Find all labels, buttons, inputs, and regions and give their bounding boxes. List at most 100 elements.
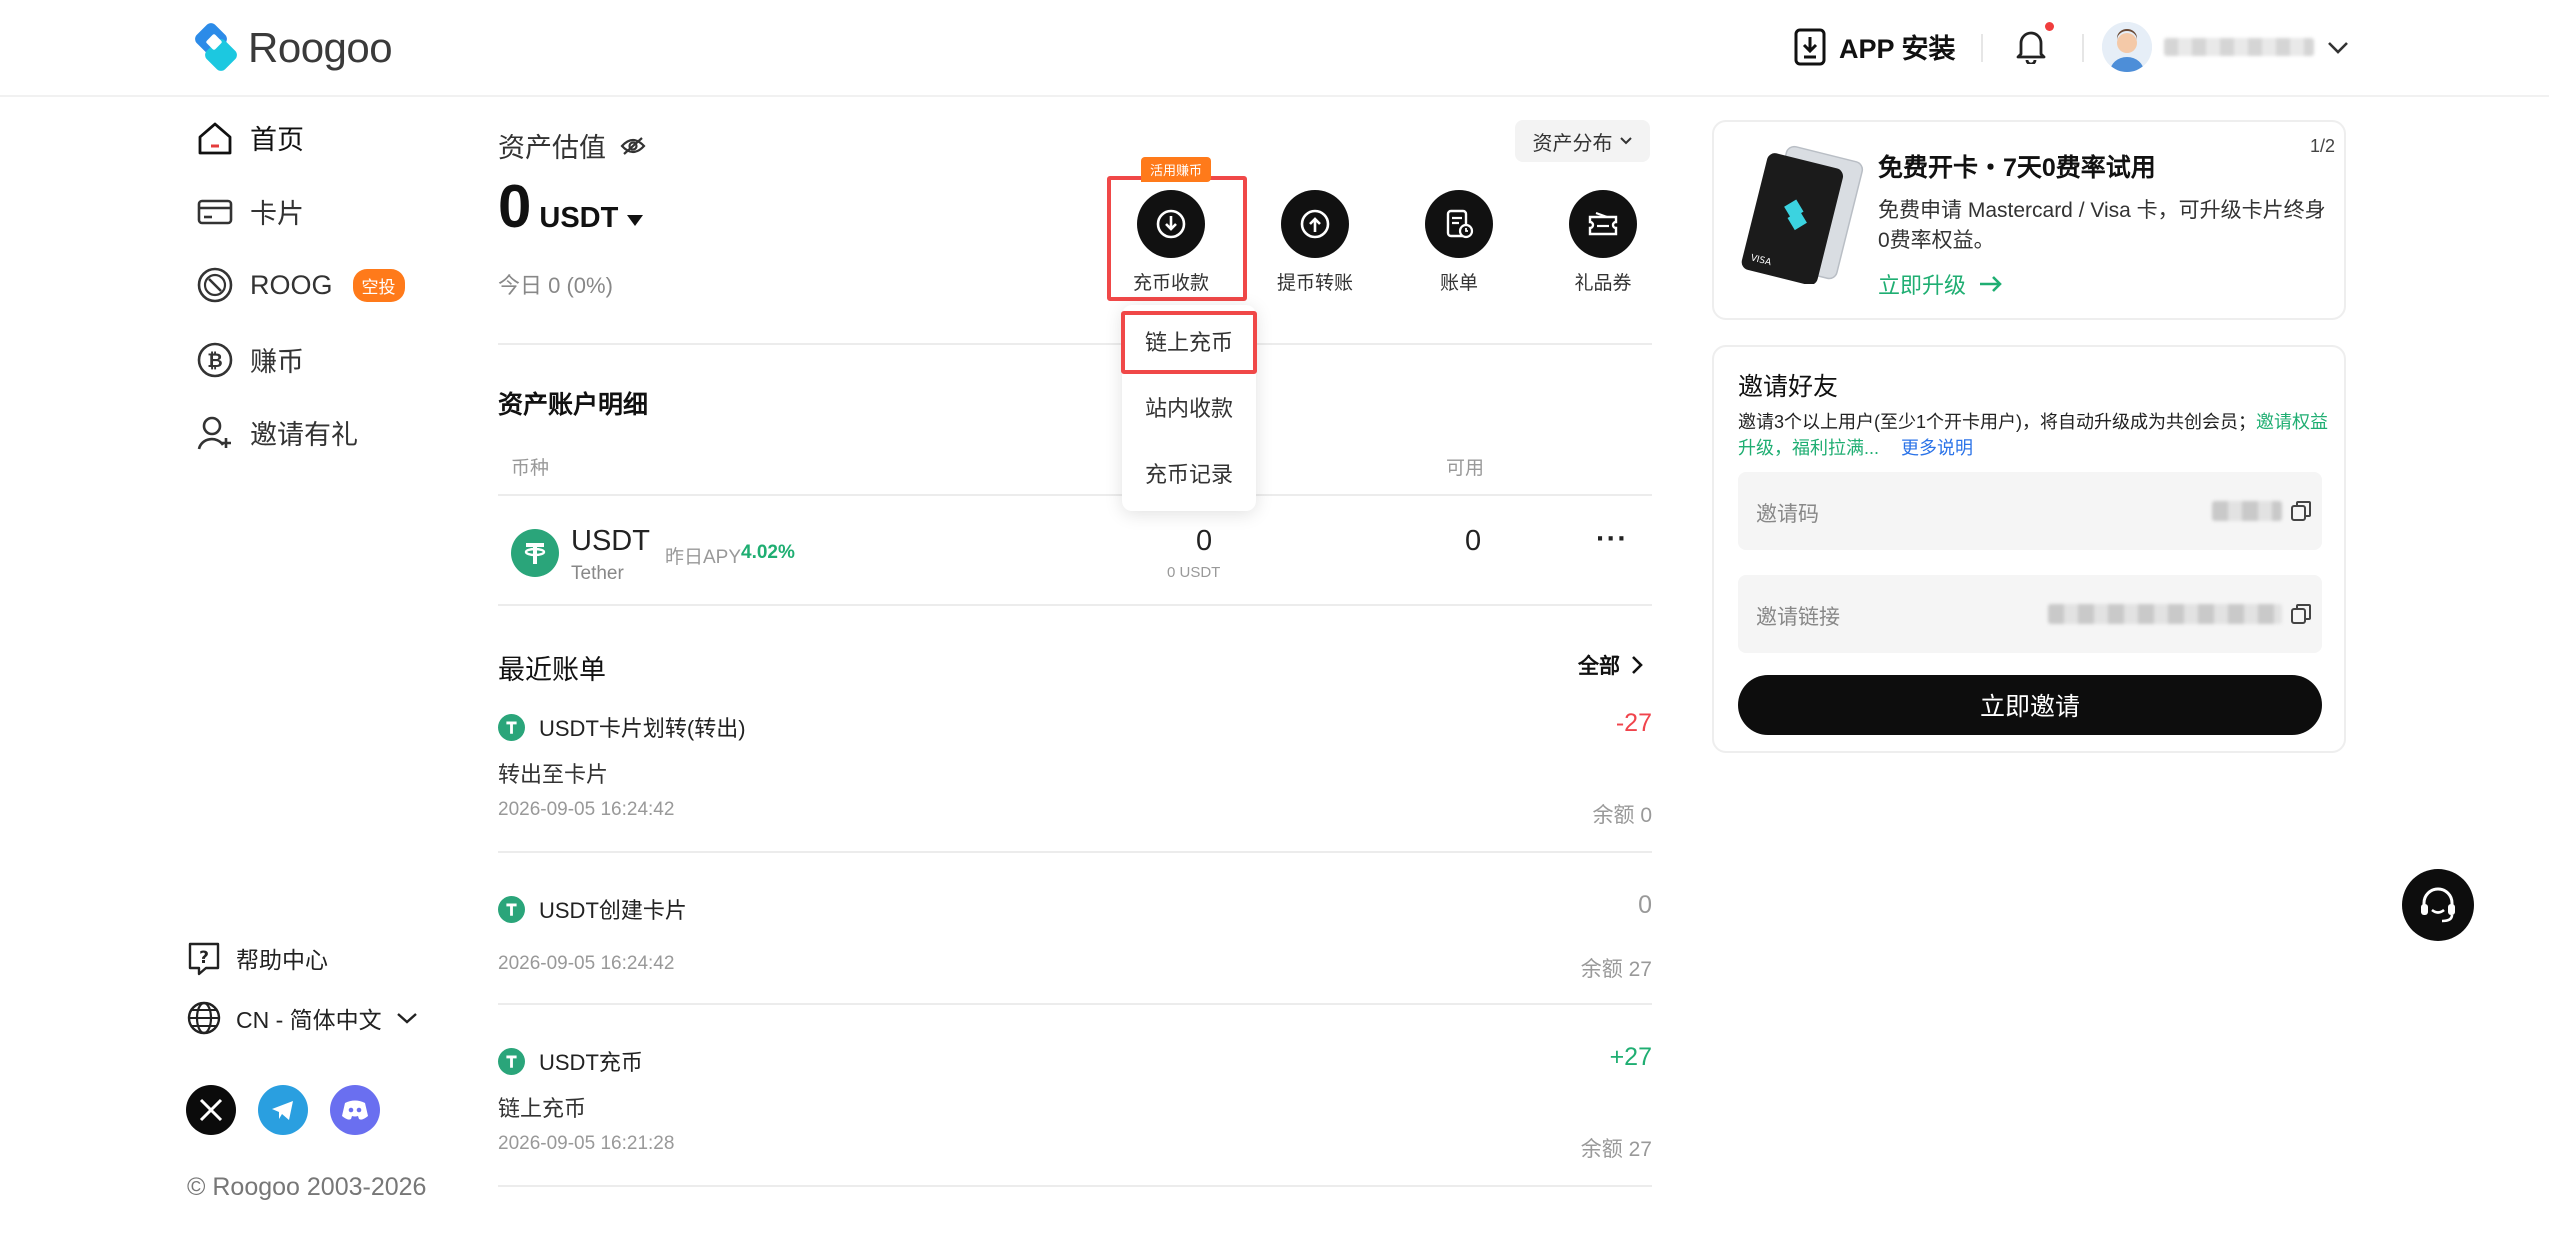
header-divider bbox=[1981, 34, 1983, 62]
language-selector[interactable]: CN - 简体中文 bbox=[186, 1000, 418, 1036]
header-divider bbox=[2082, 34, 2084, 62]
chevron-right-icon bbox=[1632, 656, 1643, 674]
divider bbox=[498, 494, 1652, 496]
phone-download-icon bbox=[1794, 28, 1826, 65]
voucher-circle bbox=[1569, 190, 1637, 258]
bill-title-text: USDT卡片划转(转出) bbox=[539, 716, 746, 741]
sidebar-item-label: 邀请有礼 bbox=[250, 420, 358, 450]
promo-pager: 1/2 bbox=[2310, 136, 2336, 156]
invite-now-button[interactable]: 立即邀请 bbox=[1738, 675, 2322, 735]
promo-tag: 活用赚币 bbox=[1141, 157, 1212, 182]
invite-link-field: 邀请链接 bbox=[1738, 575, 2322, 653]
asset-unit[interactable]: USDT bbox=[539, 202, 618, 235]
voucher-button[interactable]: 礼品券 bbox=[1543, 190, 1663, 295]
user-menu[interactable] bbox=[2102, 22, 2350, 72]
eye-hidden-icon[interactable] bbox=[620, 136, 646, 156]
app-install-button[interactable]: APP 安装 bbox=[1793, 27, 1956, 66]
bill-subtitle: 转出至卡片 bbox=[498, 762, 609, 787]
voucher-label: 礼品券 bbox=[1574, 273, 1632, 294]
copy-icon[interactable] bbox=[2290, 603, 2312, 625]
asset-distribution-button[interactable]: 资产分布 bbox=[1515, 120, 1650, 162]
svg-text:?: ? bbox=[199, 948, 209, 968]
highlight-box bbox=[1121, 311, 1257, 374]
invite-title: 邀请好友 bbox=[1738, 373, 1839, 401]
bill-icon bbox=[1446, 209, 1474, 239]
divider bbox=[498, 851, 1652, 853]
bill-balance: 余额 27 bbox=[1580, 1138, 1652, 1161]
promo-title: 免费开卡・7天0费率试用 bbox=[1878, 154, 2156, 182]
account-detail-title: 资产账户明细 bbox=[498, 391, 649, 419]
column-header-currency: 币种 bbox=[511, 458, 550, 479]
total-balance: 0 bbox=[1196, 525, 1213, 557]
invite-code-value-blurred bbox=[2212, 501, 2282, 521]
bill-time: 2026-09-05 16:24:42 bbox=[498, 799, 675, 820]
tether-icon bbox=[524, 543, 546, 564]
logo-text: Roogoo bbox=[248, 24, 393, 71]
copyright-text: © Roogoo 2003-2026 bbox=[187, 1173, 427, 1201]
telegram-icon[interactable] bbox=[258, 1085, 308, 1135]
sidebar-item-cards[interactable]: 卡片 bbox=[196, 192, 304, 231]
promo-card-panel[interactable]: VISA 免费开卡・7天0费率试用 1/2 免费申请 Mastercard / … bbox=[1712, 120, 2346, 320]
copy-icon[interactable] bbox=[2290, 500, 2312, 522]
bill-item-title[interactable]: USDT创建卡片 bbox=[498, 893, 687, 925]
svg-text:₿: ₿ bbox=[207, 350, 222, 372]
headset-icon bbox=[2421, 887, 2455, 923]
withdraw-label: 提币转账 bbox=[1276, 273, 1353, 294]
divider bbox=[498, 604, 1652, 606]
view-all-link[interactable]: 全部 bbox=[1578, 650, 1644, 680]
bill-amount: 0 bbox=[1638, 891, 1652, 919]
sidebar-item-invite[interactable]: 邀请有礼 bbox=[196, 413, 358, 452]
caret-down-icon[interactable] bbox=[626, 213, 644, 227]
upgrade-now-label: 立即升级 bbox=[1878, 273, 1967, 298]
more-info-link[interactable]: 更多说明 bbox=[1901, 438, 1973, 458]
bill-subtitle: 链上充币 bbox=[498, 1096, 587, 1121]
notification-bell[interactable] bbox=[2014, 22, 2054, 64]
tether-icon bbox=[498, 1047, 525, 1075]
more-options-button[interactable]: ··· bbox=[1596, 523, 1628, 556]
sidebar-item-label: 赚币 bbox=[250, 347, 304, 377]
app-install-label: APP 安装 bbox=[1839, 34, 1956, 64]
bill-circle bbox=[1425, 190, 1493, 258]
menu-item-internal-receive[interactable]: 站内收款 bbox=[1122, 391, 1256, 423]
airdrop-badge: 空投 bbox=[352, 268, 405, 302]
help-center-link[interactable]: ? 帮助中心 bbox=[186, 940, 328, 976]
withdraw-circle bbox=[1281, 190, 1349, 258]
discord-icon[interactable] bbox=[330, 1085, 380, 1135]
sidebar-item-earn[interactable]: ₿ 赚币 bbox=[196, 340, 304, 379]
bank-card-illustration: VISA bbox=[1741, 145, 1864, 284]
tether-glyph bbox=[506, 903, 517, 916]
help-center-label: 帮助中心 bbox=[236, 947, 328, 973]
divider bbox=[498, 343, 1652, 345]
bill-button[interactable]: 账单 bbox=[1399, 190, 1519, 295]
menu-item-deposit-history[interactable]: 充币记录 bbox=[1122, 457, 1256, 489]
total-balance-sub: 0 USDT bbox=[1167, 564, 1221, 581]
bill-item-title[interactable]: USDT卡片划转(转出) bbox=[498, 711, 746, 743]
discord-logo bbox=[342, 1100, 368, 1120]
bill-time: 2026-09-05 16:21:28 bbox=[498, 1133, 675, 1154]
apy-value: 4.02% bbox=[741, 542, 795, 563]
language-label: CN - 简体中文 bbox=[236, 1007, 382, 1033]
upgrade-now-link[interactable]: 立即升级 bbox=[1878, 268, 2004, 300]
invite-friends-panel: 邀请好友 邀请3个以上用户(至少1个开卡用户)，将自动升级成为共创会员；邀请权益… bbox=[1712, 345, 2346, 753]
deposit-button[interactable]: 充币收款 bbox=[1111, 190, 1231, 295]
withdraw-button[interactable]: 提币转账 bbox=[1255, 190, 1375, 295]
bill-label: 账单 bbox=[1439, 273, 1478, 294]
card-icon bbox=[197, 199, 233, 224]
logo[interactable]: Roogoo bbox=[190, 22, 393, 74]
promo-description: 免费申请 Mastercard / Visa 卡，可升级卡片终身0费率权益。 bbox=[1878, 199, 2326, 252]
sidebar-item-label: 卡片 bbox=[250, 199, 304, 229]
sidebar-item-label: 首页 bbox=[250, 125, 304, 155]
sidebar-item-home[interactable]: 首页 bbox=[196, 118, 304, 157]
telegram-logo bbox=[272, 1101, 293, 1120]
bill-balance: 余额 27 bbox=[1580, 958, 1652, 981]
invite-code-label: 邀请码 bbox=[1756, 503, 1819, 526]
card-image: VISA bbox=[1738, 144, 1864, 284]
add-user-icon bbox=[197, 416, 231, 449]
divider bbox=[498, 1003, 1652, 1005]
x-twitter-icon[interactable] bbox=[186, 1085, 236, 1135]
upload-icon bbox=[1300, 209, 1330, 239]
sidebar-item-roog[interactable]: ROOG 空投 bbox=[196, 266, 405, 304]
invite-link-value-blurred bbox=[2048, 604, 2282, 624]
bill-item-title[interactable]: USDT充币 bbox=[498, 1045, 643, 1077]
customer-support-button[interactable] bbox=[2402, 869, 2474, 941]
